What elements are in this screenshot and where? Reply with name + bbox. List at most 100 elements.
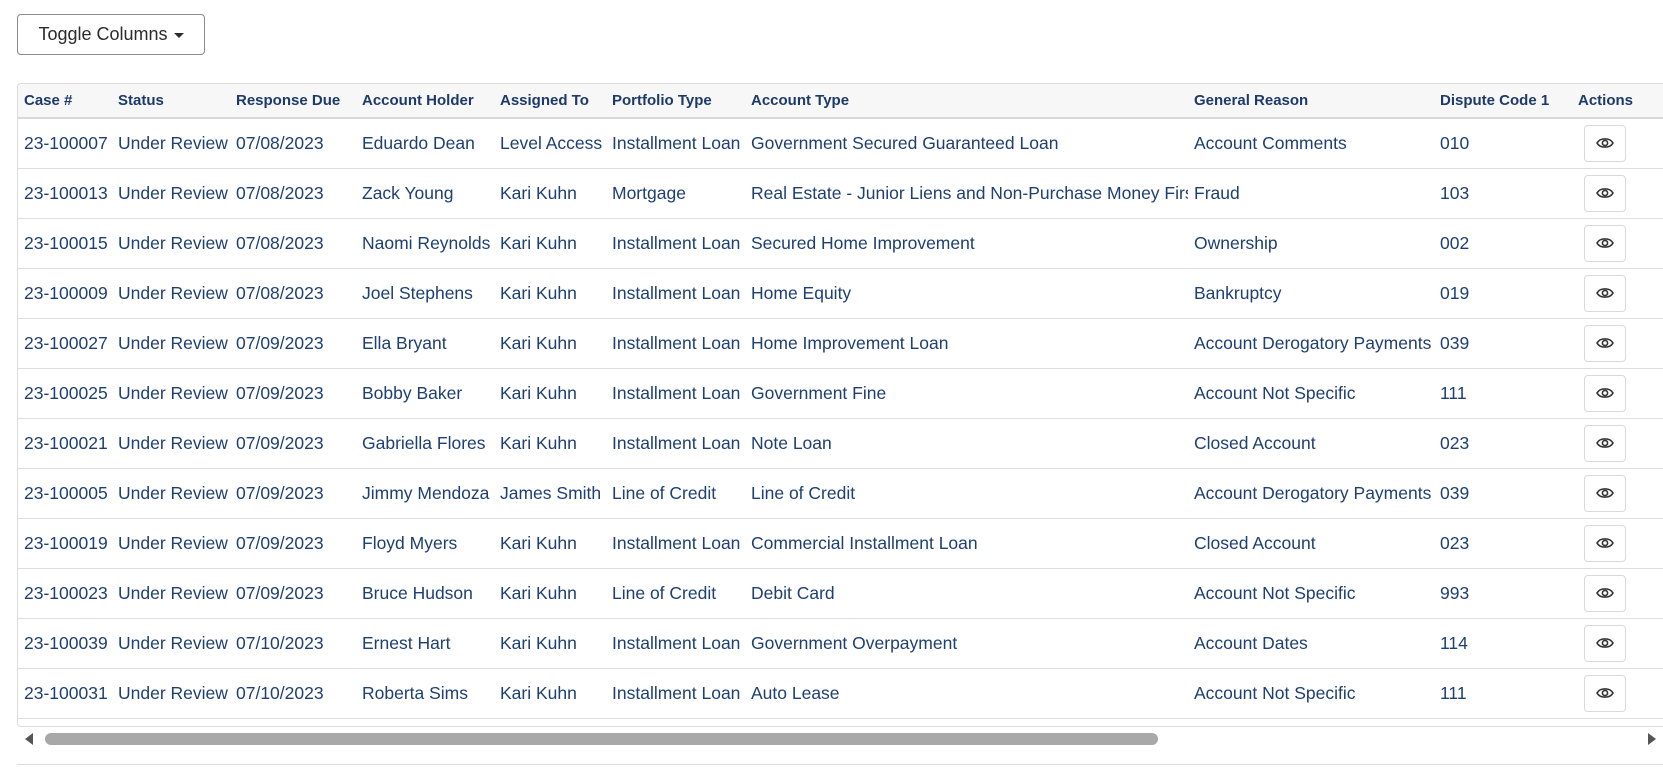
table-row[interactable]: 23-100013 Under Review 07/08/2023 Zack Youn… — [18, 168, 1663, 218]
cell-case: 23-100015 — [24, 232, 108, 253]
page: Toggle Columns Case # Status Response Du… — [0, 0, 1663, 767]
view-button[interactable] — [1584, 224, 1626, 262]
cell-actions — [1572, 518, 1663, 568]
column-header-status[interactable]: Status — [112, 84, 230, 118]
cell-dispute-code-1: 111 — [1440, 382, 1467, 403]
cell-account-holder: Jimmy Mendoza — [362, 482, 490, 503]
cell-assigned-to: Level Access — [500, 132, 603, 153]
view-button[interactable] — [1584, 674, 1626, 712]
scrollbar-thumb[interactable] — [45, 733, 1158, 745]
eye-icon — [1596, 486, 1614, 500]
cell-status: Under Review — [118, 482, 228, 503]
cell-response-due: 07/09/2023 — [236, 482, 324, 503]
eye-icon — [1596, 286, 1614, 300]
view-button[interactable] — [1584, 374, 1626, 412]
cell-portfolio-type: Installment Loan — [612, 382, 741, 403]
cell-assigned-to: Kari Kuhn — [500, 382, 577, 403]
cell-status: Under Review — [118, 632, 228, 653]
cell-dispute-code-1: 023 — [1440, 532, 1470, 553]
cell-general-reason: Account Dates — [1194, 632, 1308, 653]
column-header-portfolio-type[interactable]: Portfolio Type — [606, 84, 745, 118]
cell-assigned-to: Kari Kuhn — [500, 232, 577, 253]
table-row[interactable]: 23-100009 Under Review 07/08/2023 Joel Step… — [18, 268, 1663, 318]
caret-down-icon — [173, 33, 184, 38]
cell-dispute-code-1: 993 — [1440, 582, 1470, 603]
cell-portfolio-type: Installment Loan — [612, 332, 741, 353]
cell-assigned-to: Kari Kuhn — [500, 582, 577, 603]
toggle-columns-button[interactable]: Toggle Columns — [17, 14, 205, 55]
cell-account-holder: Ella Bryant — [362, 332, 447, 353]
view-button[interactable] — [1584, 524, 1626, 562]
column-header-general-reason[interactable]: General Reason — [1188, 84, 1434, 118]
table-row[interactable]: 23-100019 Under Review 07/09/2023 Floyd Mye… — [18, 518, 1663, 568]
cell-account-holder: Floyd Myers — [362, 532, 458, 553]
column-header-assigned-to[interactable]: Assigned To — [494, 84, 606, 118]
cell-dispute-code-1: 002 — [1440, 232, 1470, 253]
horizontal-scrollbar[interactable] — [17, 728, 1663, 748]
cell-actions — [1572, 168, 1663, 218]
cell-actions — [1572, 468, 1663, 518]
view-button[interactable] — [1584, 124, 1626, 162]
cell-case: 23-100039 — [24, 632, 108, 653]
cell-general-reason: Closed Account — [1194, 432, 1316, 453]
cell-account-type: Government Secured Guaranteed Loan — [751, 132, 1059, 153]
view-button[interactable] — [1584, 274, 1626, 312]
cell-status: Under Review — [118, 382, 228, 403]
column-header-dispute-code-1[interactable]: Dispute Code 1 — [1434, 84, 1572, 118]
arrow-right-icon[interactable] — [1648, 733, 1656, 745]
cell-status: Under Review — [118, 282, 228, 303]
column-header-response-due[interactable]: Response Due — [230, 84, 356, 118]
cell-portfolio-type: Installment Loan — [612, 632, 741, 653]
cell-dispute-code-1: 103 — [1440, 182, 1470, 203]
eye-icon — [1596, 236, 1614, 250]
table-row[interactable]: 23-100025 Under Review 07/09/2023 Bobby Bak… — [18, 368, 1663, 418]
cell-actions — [1572, 368, 1663, 418]
view-button[interactable] — [1584, 574, 1626, 612]
cell-account-holder: Eduardo Dean — [362, 132, 475, 153]
cell-actions — [1572, 268, 1663, 318]
cell-response-due: 07/10/2023 — [236, 632, 324, 653]
toggle-columns-label: Toggle Columns — [38, 24, 168, 44]
cell-response-due: 07/09/2023 — [236, 532, 324, 553]
cell-case: 23-100027 — [24, 332, 108, 353]
cell-dispute-code-1: 039 — [1440, 332, 1470, 353]
cell-account-holder: Gabriella Flores — [362, 432, 486, 453]
eye-icon — [1596, 436, 1614, 450]
table-row[interactable]: 23-100007 Under Review 07/08/2023 Eduardo D… — [18, 118, 1663, 168]
cell-general-reason: Account Derogatory Payments — [1194, 332, 1432, 353]
cell-response-due: 07/08/2023 — [236, 232, 324, 253]
arrow-left-icon[interactable] — [25, 733, 33, 745]
cell-status: Under Review — [118, 682, 228, 703]
view-button[interactable] — [1584, 474, 1626, 512]
cell-portfolio-type: Line of Credit — [612, 582, 717, 603]
cell-portfolio-type: Installment Loan — [612, 532, 741, 553]
view-button[interactable] — [1584, 624, 1626, 662]
table-row[interactable]: 23-100015 Under Review 07/08/2023 Naomi Rey… — [18, 218, 1663, 268]
eye-icon — [1596, 536, 1614, 550]
cell-account-type: Government Fine — [751, 382, 887, 403]
view-button[interactable] — [1584, 324, 1626, 362]
table-row[interactable]: 23-100021 Under Review 07/09/2023 Gabriella… — [18, 418, 1663, 468]
cell-case: 23-100005 — [24, 482, 108, 503]
table-row[interactable]: 23-100031 Under Review 07/10/2023 Roberta S… — [18, 668, 1663, 718]
eye-icon — [1596, 686, 1614, 700]
cell-assigned-to: James Smith — [500, 482, 602, 503]
cell-dispute-code-1: 023 — [1440, 432, 1470, 453]
view-button[interactable] — [1584, 174, 1626, 212]
column-header-account-type[interactable]: Account Type — [745, 84, 1188, 118]
cell-portfolio-type: Installment Loan — [612, 282, 741, 303]
cell-response-due: 07/10/2023 — [236, 682, 324, 703]
column-header-account-holder[interactable]: Account Holder — [356, 84, 494, 118]
table-row[interactable]: 23-100039 Under Review 07/10/2023 Ernest Ha… — [18, 618, 1663, 668]
table-row[interactable]: 23-100023 Under Review 07/09/2023 Bruce Hud… — [18, 568, 1663, 618]
view-button[interactable] — [1584, 424, 1626, 462]
eye-icon — [1596, 586, 1614, 600]
cell-assigned-to: Kari Kuhn — [500, 182, 577, 203]
column-header-case[interactable]: Case # — [18, 84, 112, 118]
table-body: 23-100007 Under Review 07/08/2023 Eduardo D… — [18, 118, 1663, 718]
eye-icon — [1596, 336, 1614, 350]
cell-assigned-to: Kari Kuhn — [500, 332, 577, 353]
table-row[interactable]: 23-100027 Under Review 07/09/2023 Ella Brya… — [18, 318, 1663, 368]
cell-account-type: Auto Lease — [751, 682, 840, 703]
table-row[interactable]: 23-100005 Under Review 07/09/2023 Jimmy Men… — [18, 468, 1663, 518]
